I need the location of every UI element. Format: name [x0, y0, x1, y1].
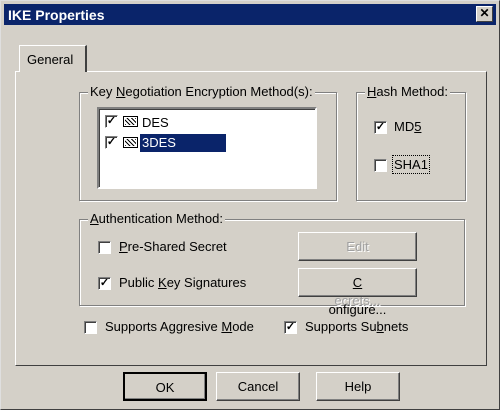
aggressive-mode-checkbox[interactable]	[84, 321, 97, 334]
key-icon	[123, 116, 138, 127]
public-key-signatures-label: Public Key Signatures	[119, 275, 247, 290]
md5-label: MD5	[394, 119, 422, 134]
des-checkbox[interactable]: ✓	[105, 115, 118, 128]
cancel-label: Cancel	[237, 379, 279, 394]
edit-secrets-button[interactable]: Edit Secrets...	[298, 232, 417, 308]
check-icon: ✓	[375, 121, 386, 133]
window-title: IKE Properties	[8, 7, 105, 23]
des-label: DES	[142, 115, 169, 130]
hash-method-group: Hash Method:	[356, 84, 466, 201]
ok-button[interactable]: OK	[123, 372, 207, 401]
cancel-button[interactable]: Cancel	[216, 372, 300, 401]
close-icon: ✕	[479, 6, 490, 20]
close-button[interactable]: ✕	[476, 6, 493, 22]
configure-button[interactable]: Configure...	[298, 268, 417, 317]
preshared-secret-label: Pre-Shared Secret	[119, 239, 227, 254]
authentication-method-group-label: Authentication Method:	[88, 211, 225, 226]
encryption-method-list[interactable]: ✓ DES ✓ 3DES	[97, 107, 317, 189]
configure-label: Configure...	[328, 275, 387, 317]
ok-label: OK	[155, 380, 175, 395]
supports-subnets-checkbox[interactable]: ✓	[284, 321, 297, 334]
key-icon	[123, 137, 138, 148]
check-icon: ✓	[106, 115, 117, 127]
help-button[interactable]: Help	[316, 372, 400, 401]
encryption-method-group-label: Key Negotiation Encryption Method(s):	[88, 84, 315, 99]
check-icon: ✓	[99, 277, 110, 289]
preshared-secret-checkbox[interactable]	[98, 241, 111, 254]
3des-label: 3DES	[140, 134, 226, 152]
help-label: Help	[344, 379, 372, 394]
list-item-3des[interactable]: ✓ 3DES	[103, 134, 313, 152]
md5-checkbox[interactable]: ✓	[374, 121, 387, 134]
supports-subnets-label: Supports Subnets	[305, 319, 409, 334]
public-key-signatures-checkbox[interactable]: ✓	[98, 277, 111, 290]
check-icon: ✓	[106, 136, 117, 148]
check-icon: ✓	[285, 321, 296, 333]
sha1-checkbox[interactable]	[374, 159, 387, 172]
ike-properties-dialog: IKE Properties ✕ General Key Negotiation…	[0, 0, 500, 410]
title-bar[interactable]: IKE Properties ✕	[4, 4, 496, 25]
hash-method-group-label: Hash Method:	[365, 84, 450, 99]
list-item-des[interactable]: ✓ DES	[103, 113, 313, 131]
tab-general[interactable]: General	[19, 45, 87, 72]
tab-general-label: General	[27, 52, 74, 67]
3des-checkbox[interactable]: ✓	[105, 136, 118, 149]
sha1-label: SHA1	[392, 155, 430, 174]
aggressive-mode-label: Supports Aggresive Mode	[105, 319, 254, 334]
